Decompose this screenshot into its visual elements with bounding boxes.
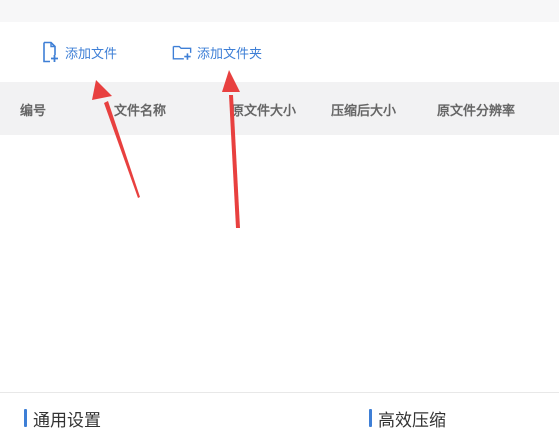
toolbar: 添加文件 添加文件夹 [0, 22, 559, 82]
file-table-header: 编号 文件名称 原文件大小 压缩后大小 原文件分辨率 [0, 82, 559, 135]
file-table-body [0, 135, 559, 392]
divider [0, 392, 559, 393]
column-header-original-size[interactable]: 原文件大小 [231, 100, 296, 119]
add-file-button[interactable]: 添加文件 [40, 40, 117, 64]
add-file-label: 添加文件 [65, 46, 118, 62]
efficient-compress-title: 高效压缩 [378, 410, 446, 431]
add-folder-label: 添加文件夹 [197, 46, 263, 62]
column-header-filename[interactable]: 文件名称 [114, 100, 166, 119]
column-header-index[interactable]: 编号 [20, 100, 46, 119]
general-settings-section[interactable]: 通用设置 [24, 406, 101, 431]
section-marker [369, 409, 372, 427]
efficient-compress-section[interactable]: 高效压缩 [369, 406, 446, 431]
folder-add-icon [172, 41, 192, 63]
column-header-original-resolution[interactable]: 原文件分辨率 [437, 100, 515, 119]
add-folder-button[interactable]: 添加文件夹 [172, 40, 262, 64]
top-strip [0, 0, 559, 22]
section-marker [24, 409, 27, 427]
column-header-compressed-size[interactable]: 压缩后大小 [331, 100, 396, 119]
general-settings-title: 通用设置 [33, 410, 101, 431]
file-add-icon [40, 41, 60, 63]
